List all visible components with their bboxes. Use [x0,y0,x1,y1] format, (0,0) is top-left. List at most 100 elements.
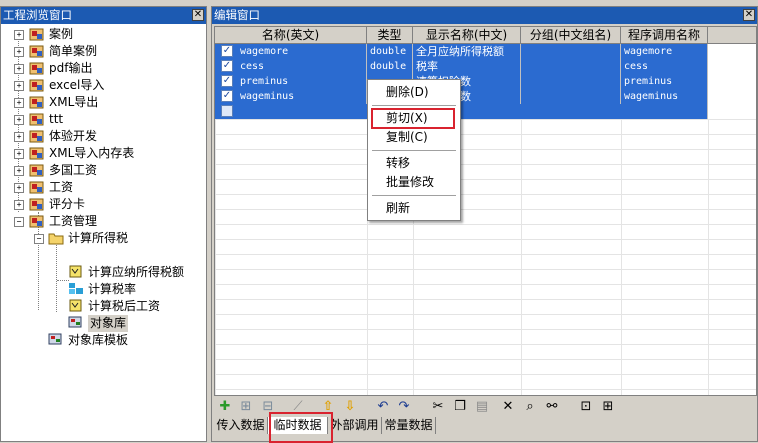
tree-item-label: 案例 [49,27,74,41]
project-icon [29,45,44,58]
find-icon[interactable]: ⌕ [522,399,538,415]
column-header-display[interactable]: 显示名称(中文) [413,27,521,43]
cell-call[interactable]: wageminus [621,89,708,104]
cell-name[interactable]: wageminus [215,89,367,104]
cell-name[interactable]: wagemore [215,44,367,59]
expand-icon[interactable]: + [14,166,24,176]
object-library-icon [68,316,82,328]
close-icon[interactable]: ✕ [192,9,204,21]
cell-type[interactable]: double [367,59,413,74]
paste-icon[interactable]: ▤ [474,399,490,415]
column-header-type[interactable]: 类型 [367,27,413,43]
cell-group[interactable] [521,74,621,89]
tree-item-label: 计算税率 [88,282,137,296]
delete-icon[interactable]: ✕ [500,399,516,415]
edit-window-title: 编辑窗口 [214,8,260,22]
folder-icon [48,233,64,245]
cell-type[interactable]: double [367,44,413,59]
tree-item-label: 计算所得税 [68,231,129,245]
cell-name[interactable]: preminus [215,74,367,89]
expand-icon[interactable]: + [14,149,24,159]
undo-icon[interactable]: ↶ [375,399,391,415]
tab-常量数据[interactable]: 常量数据 [382,417,436,434]
table-row[interactable]: wageminus ✓ 工资扣除数 wageminus [215,89,756,104]
cut-icon[interactable]: ✂ [430,399,446,415]
add-child-icon[interactable]: ⊞ [238,399,254,415]
row-checkbox[interactable]: ✓ [221,75,233,87]
project-icon [29,130,44,143]
cell-name[interactable]: cess [215,59,367,74]
expand-icon[interactable]: + [14,183,24,193]
cell-call[interactable]: cess [621,59,708,74]
tree-item-label: excel导入 [49,78,105,92]
project-icon [29,198,44,211]
cut-highlight [371,108,455,129]
tree-item-label: 工资管理 [49,214,98,228]
grid-header: 名称(英文) 类型 显示名称(中文) 分组(中文组名) 程序调用名称 [215,27,756,44]
tree-item-label: pdf输出 [49,61,93,75]
move-down-icon[interactable]: ⇩ [342,399,358,415]
collapse-icon[interactable]: − [34,234,44,244]
expand-icon[interactable]: + [14,115,24,125]
cell-call[interactable]: preminus [621,74,708,89]
context-menu: 删除(D) 剪切(X) 复制(C) 转移 批量修改 刷新 [367,79,461,221]
function-icon [69,299,82,312]
redo-icon[interactable]: ↷ [396,399,412,415]
grid-empty-area [215,119,756,395]
table-row[interactable]: preminus ✓ 速算扣除数 preminus [215,74,756,89]
expand-icon[interactable]: + [14,81,24,91]
project-browser-titlebar: 工程浏览窗口 ✕ [1,7,206,24]
column-header-group[interactable]: 分组(中文组名) [521,27,621,43]
table-row[interactable]: cess ✓ double 税率 cess [215,59,756,74]
project-icon [29,181,44,194]
column-header-name[interactable]: 名称(英文) [215,27,367,43]
import-icon[interactable]: ⊡ [578,399,594,415]
menu-item-delete[interactable]: 删除(D) [368,83,460,102]
active-tab-highlight [269,412,333,443]
close-icon[interactable]: ✕ [743,9,755,21]
tab-传入数据[interactable]: 传入数据 [214,417,268,434]
cell-call[interactable]: wagemore [621,44,708,59]
column-header-call[interactable]: 程序调用名称 [621,27,708,43]
project-browser-title: 工程浏览窗口 [3,8,72,22]
table-row-new[interactable] [215,104,756,119]
expand-icon[interactable]: + [14,200,24,210]
tab-外部调用[interactable]: 外部调用 [328,417,382,434]
cell-display[interactable]: 税率 [413,59,521,74]
menu-item-transfer[interactable]: 转移 [368,154,460,173]
cell-group[interactable] [521,44,621,59]
tree-item-label: XML导出 [49,95,99,109]
row-checkbox[interactable] [221,105,233,117]
project-icon [29,79,44,92]
expand-icon[interactable]: + [14,98,24,108]
tree-item-label: 对象库 [88,315,129,332]
cell-group[interactable] [521,89,621,104]
export-icon[interactable]: ⊞ [600,399,616,415]
add-icon[interactable]: ✚ [217,399,233,415]
tree-item-label: 计算税后工资 [88,299,161,313]
menu-item-refresh[interactable]: 刷新 [368,199,460,218]
row-checkbox[interactable]: ✓ [221,90,233,102]
copy-icon[interactable]: ❐ [452,399,468,415]
project-icon [29,62,44,75]
binoculars-icon[interactable]: ⚯ [544,399,560,415]
cell-display[interactable]: 全月应纳所得税额 [413,44,521,59]
collapse-icon[interactable]: − [14,217,24,227]
expand-icon[interactable]: + [14,30,24,40]
expand-icon[interactable]: + [14,132,24,142]
table-row[interactable]: wagemore ✓ double 全月应纳所得税额 wagemore [215,44,756,59]
tree-item-label: 工资 [49,180,74,194]
edit-window: 编辑窗口 ✕ 名称(英文) 类型 显示名称(中文) 分组(中文组名) 程序调用名… [211,6,758,443]
expand-icon[interactable]: + [14,64,24,74]
row-checkbox[interactable]: ✓ [221,45,233,57]
row-checkbox[interactable]: ✓ [221,60,233,72]
object-library-icon [48,333,62,345]
project-icon [29,147,44,160]
cell-group[interactable] [521,59,621,74]
project-icon [29,215,44,228]
menu-item-batch-edit[interactable]: 批量修改 [368,173,460,192]
expand-icon[interactable]: + [14,47,24,57]
tree-item-label: 计算应纳所得税额 [88,265,185,279]
menu-item-copy[interactable]: 复制(C) [368,128,460,147]
tree-item-label: 评分卡 [49,197,86,211]
